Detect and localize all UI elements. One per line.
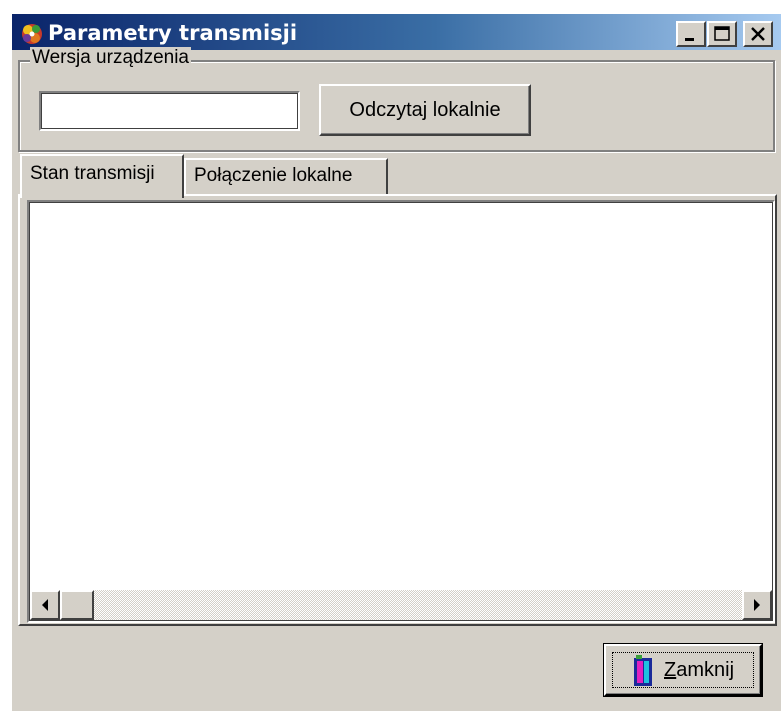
close-button-mnemonic: Z — [664, 659, 677, 681]
maximize-button[interactable] — [707, 21, 737, 47]
dialog-window: Parametry transmisji Wersja urządzenia O… — [10, 12, 781, 711]
horizontal-scrollbar[interactable] — [30, 590, 772, 620]
app-icon — [18, 20, 46, 46]
scroll-thumb[interactable] — [60, 590, 94, 620]
title-bar[interactable]: Parametry transmisji — [12, 14, 781, 50]
arrow-right-icon — [754, 599, 760, 611]
close-button-label-rest: amknij — [676, 659, 735, 681]
minimize-icon — [685, 38, 694, 41]
tab-local-connection[interactable]: Połączenie lokalne — [184, 158, 388, 194]
maximize-icon — [714, 26, 730, 41]
device-version-label: Wersja urządzenia — [30, 47, 192, 69]
read-locally-button[interactable]: Odczytaj lokalnie — [319, 84, 531, 136]
door-exit-icon — [632, 654, 654, 688]
scroll-left-button[interactable] — [30, 590, 60, 620]
arrow-left-icon — [42, 599, 48, 611]
close-button-label: Zamknij — [664, 646, 734, 694]
transmission-status-list[interactable] — [27, 200, 775, 623]
device-version-field[interactable] — [39, 91, 300, 131]
minimize-button[interactable] — [676, 21, 706, 47]
tab-transmission-status[interactable]: Stan transmisji — [20, 154, 184, 198]
window-title: Parametry transmisji — [48, 21, 298, 45]
close-window-button[interactable] — [743, 21, 773, 47]
scroll-right-button[interactable] — [742, 590, 772, 620]
close-button[interactable]: Zamknij — [604, 644, 762, 696]
close-icon — [751, 27, 765, 41]
